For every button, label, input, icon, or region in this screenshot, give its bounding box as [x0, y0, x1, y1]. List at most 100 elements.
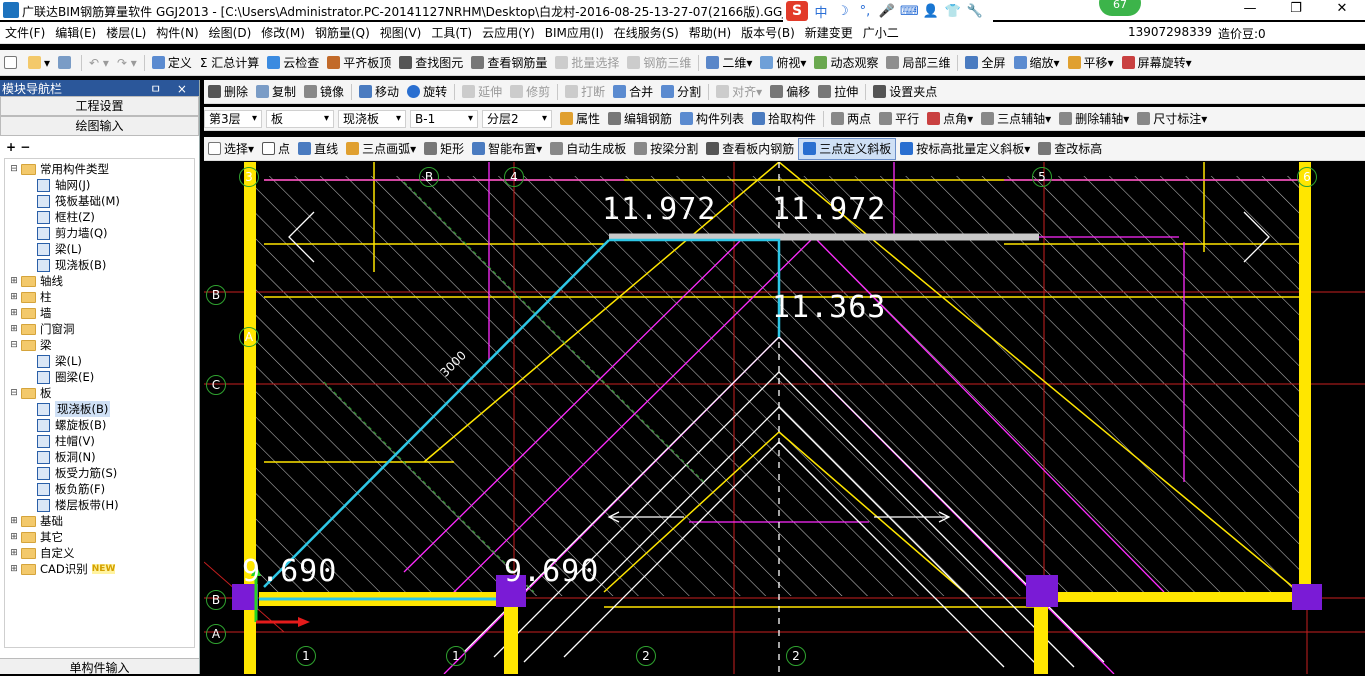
expand-toggle-icon[interactable]: ⊟: [9, 388, 19, 398]
menu-component[interactable]: 构件(N): [151, 24, 203, 41]
tree-item[interactable]: 板受力筋(S): [37, 465, 117, 481]
find-element-button[interactable]: 查找图元: [395, 52, 467, 74]
select-dropdown[interactable]: 选择 ▾: [204, 138, 258, 160]
two-point-button[interactable]: 两点: [827, 108, 875, 130]
cad-drawing[interactable]: [204, 162, 1365, 674]
zoom-dropdown[interactable]: 缩放 ▾: [1010, 52, 1064, 74]
line-button[interactable]: 直线: [294, 138, 342, 160]
auto-generate-slab-button[interactable]: 自动生成板: [546, 138, 630, 160]
save-icon[interactable]: [54, 52, 78, 74]
expand-toggle-icon[interactable]: ⊞: [9, 532, 19, 542]
delete-button[interactable]: 删除: [204, 81, 252, 103]
drawing-canvas[interactable]: 11.972 11.972 11.363 9.690 9.690 3000 B …: [204, 162, 1365, 674]
set-grip-button[interactable]: 设置夹点: [869, 81, 941, 103]
expand-toggle-icon[interactable]: ⊟: [9, 340, 19, 350]
point-button[interactable]: 点: [258, 138, 294, 160]
top-view-dropdown[interactable]: 俯视 ▾: [756, 52, 810, 74]
menu-floor[interactable]: 楼层(L): [101, 24, 151, 41]
ime-tool-icon[interactable]: 🔧: [966, 4, 984, 19]
stretch-button[interactable]: 拉伸: [814, 81, 862, 103]
expand-toggle-icon[interactable]: ⊟: [9, 164, 19, 174]
tree-item[interactable]: 圈梁(E): [37, 369, 94, 385]
define-button[interactable]: 定义: [148, 52, 196, 74]
floor-select[interactable]: 第3层: [204, 109, 262, 128]
tree-item[interactable]: 现浇板(B): [37, 257, 106, 273]
three-point-arc-dropdown[interactable]: 三点画弧 ▾: [342, 138, 420, 160]
expand-toggle-icon[interactable]: ⊞: [9, 292, 19, 302]
close-icon[interactable]: ✕: [1319, 0, 1365, 20]
ime-toolbar[interactable]: S 中 ☽ °, 🎤 ⌨ 👤 👕 🔧: [783, 0, 993, 22]
layer-select[interactable]: 分层2: [482, 109, 552, 128]
three-point-slope-slab-button[interactable]: 三点定义斜板: [798, 137, 897, 160]
pan-dropdown[interactable]: 平移 ▾: [1064, 52, 1118, 74]
expand-toggle-icon[interactable]: ⊞: [9, 548, 19, 558]
view-rebar-button[interactable]: 查看钢筋量: [467, 52, 551, 74]
tree-item[interactable]: 剪力墙(Q): [37, 225, 108, 241]
bean-label[interactable]: 造价豆:0: [1218, 25, 1266, 42]
tree-item[interactable]: 现浇板(B): [37, 401, 111, 417]
tree-item[interactable]: 柱帽(V): [37, 433, 95, 449]
tree-item[interactable]: 轴网(J): [37, 177, 90, 193]
tree-item[interactable]: 螺旋板(B): [37, 417, 106, 433]
menu-online[interactable]: 在线服务(S): [609, 24, 684, 41]
tree-item[interactable]: 板负筋(F): [37, 481, 105, 497]
batch-select-button[interactable]: 批量选择: [551, 52, 623, 74]
expand-toggle-icon[interactable]: ⊞: [9, 516, 19, 526]
drawing-input-button[interactable]: 绘图输入: [0, 116, 199, 136]
expand-toggle-icon[interactable]: ⊞: [9, 324, 19, 334]
ime-user-icon[interactable]: 👤: [922, 4, 940, 19]
notification-badge[interactable]: 67: [1099, 0, 1141, 16]
ime-skin-icon[interactable]: 👕: [944, 4, 962, 19]
move-button[interactable]: 移动: [355, 81, 403, 103]
menu-help[interactable]: 帮助(H): [684, 24, 736, 41]
trim-button[interactable]: 修剪: [506, 81, 554, 103]
pick-component-button[interactable]: 拾取构件: [748, 108, 820, 130]
tree-folder[interactable]: ⊞ 自定义: [9, 545, 74, 561]
split-by-beam-button[interactable]: 按梁分割: [630, 138, 702, 160]
screen-rotate-dropdown[interactable]: 屏幕旋转 ▾: [1118, 52, 1196, 74]
parallel-button[interactable]: 平行: [875, 108, 923, 130]
menu-rebar[interactable]: 钢筋量(Q): [310, 24, 375, 41]
expand-toggle-icon[interactable]: ⊞: [9, 564, 19, 574]
split-button[interactable]: 分割: [657, 81, 705, 103]
local-3d-button[interactable]: 局部三维: [882, 52, 954, 74]
rebar-3d-button[interactable]: 钢筋三维: [623, 52, 695, 74]
tree-item[interactable]: 梁(L): [37, 241, 82, 257]
undo-icon[interactable]: ↶ ▾: [85, 52, 113, 74]
menu-new-change[interactable]: 新建变更: [800, 24, 858, 41]
open-file-icon[interactable]: ▾: [24, 52, 54, 74]
ime-punct-icon[interactable]: °,: [856, 4, 874, 19]
menu-draw[interactable]: 绘图(D): [204, 24, 257, 41]
tree-folder[interactable]: ⊞ 轴线: [9, 273, 63, 289]
menu-edit[interactable]: 编辑(E): [50, 24, 101, 41]
offset-button[interactable]: 偏移: [766, 81, 814, 103]
three-point-axis-dropdown[interactable]: 三点辅轴 ▾: [977, 108, 1055, 130]
subtype-select[interactable]: 现浇板: [338, 109, 406, 128]
tree-folder[interactable]: ⊞ CAD识别 NEW: [9, 561, 116, 577]
tree-item[interactable]: 板洞(N): [37, 449, 96, 465]
tree-item[interactable]: 楼层板带(H): [37, 497, 119, 513]
tree-item[interactable]: 梁(L): [37, 353, 82, 369]
tree-folder[interactable]: ⊟ 常用构件类型: [9, 161, 109, 177]
component-list-button[interactable]: 构件列表: [676, 108, 748, 130]
tree-expand-collapse[interactable]: + −: [0, 136, 199, 158]
tree-folder[interactable]: ⊞ 基础: [9, 513, 63, 529]
tree-folder[interactable]: ⊟ 梁: [9, 337, 51, 353]
ime-moon-icon[interactable]: ☽: [834, 4, 852, 19]
delete-axis-dropdown[interactable]: 删除辅轴 ▾: [1055, 108, 1133, 130]
dimension-dropdown[interactable]: 尺寸标注 ▾: [1133, 108, 1211, 130]
single-component-input-button[interactable]: 单构件输入: [0, 658, 199, 675]
merge-button[interactable]: 合并: [609, 81, 657, 103]
ime-chinese-icon[interactable]: 中: [812, 2, 830, 21]
check-elevation-button[interactable]: 查改标高: [1034, 138, 1106, 160]
menu-modify[interactable]: 修改(M): [256, 24, 310, 41]
menu-cloud[interactable]: 云应用(Y): [477, 24, 540, 41]
edit-rebar-button[interactable]: 编辑钢筋: [604, 108, 676, 130]
orbit-button[interactable]: 动态观察: [810, 52, 882, 74]
point-angle-dropdown[interactable]: 点角 ▾: [923, 108, 977, 130]
tree-folder[interactable]: ⊟ 板: [9, 385, 51, 401]
rectangle-button[interactable]: 矩形: [420, 138, 468, 160]
summary-calc-button[interactable]: Σ 汇总计算: [196, 52, 263, 74]
expand-toggle-icon[interactable]: ⊞: [9, 308, 19, 318]
sogou-icon[interactable]: S: [786, 1, 808, 21]
